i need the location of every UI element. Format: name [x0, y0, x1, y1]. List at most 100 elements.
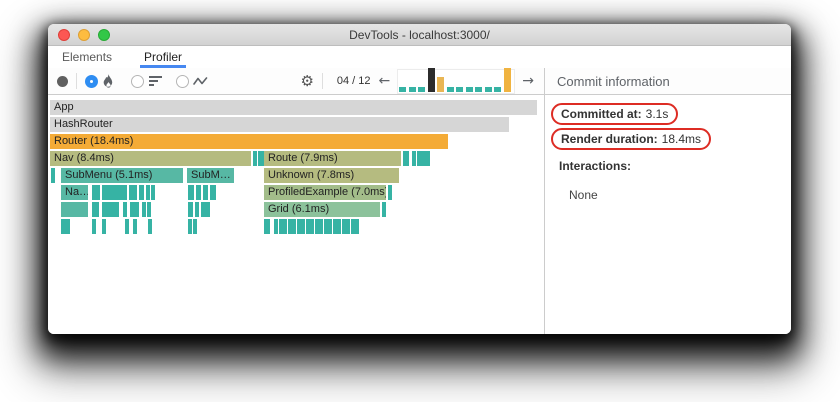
flame-bar[interactable] [196, 185, 201, 200]
render-duration-annotation: Render duration: 18.4ms [551, 128, 712, 150]
flame-bar[interactable] [51, 168, 55, 183]
commit-bar[interactable] [503, 67, 511, 92]
flame-bar[interactable] [92, 202, 99, 217]
flame-bar[interactable] [203, 185, 208, 200]
commit-bar[interactable] [456, 86, 464, 92]
ranked-chart-icon[interactable] [149, 76, 162, 86]
flame-bar-hashrouter[interactable]: HashRouter [50, 117, 509, 132]
flame-bar-router-18-4ms[interactable]: Router (18.4ms) [50, 134, 448, 149]
flame-bar[interactable] [188, 185, 194, 200]
toolbar-separator [76, 73, 77, 89]
flame-bar[interactable] [337, 219, 341, 234]
commit-info-panel: Commit information Committed at: 3.1s Re… [544, 68, 791, 334]
commit-bar[interactable] [465, 86, 473, 92]
flame-bar-app[interactable]: App [50, 100, 537, 115]
flame-bar[interactable] [253, 151, 257, 166]
flame-bar[interactable] [292, 219, 296, 234]
flame-bar[interactable] [102, 219, 106, 234]
render-duration-value: 18.4ms [661, 132, 702, 146]
flame-bar[interactable] [274, 219, 278, 234]
commit-chart[interactable] [397, 67, 516, 94]
flame-bar-grid-6-1ms[interactable]: Grid (6.1ms) [264, 202, 380, 217]
flame-bar-profiledexample-7-0ms[interactable]: ProfiledExample (7.0ms) [264, 185, 386, 200]
flame-bar[interactable] [403, 151, 409, 166]
tab-profiler[interactable]: Profiler [140, 46, 187, 68]
flame-icon[interactable] [102, 73, 115, 89]
flame-bar[interactable] [61, 219, 70, 234]
commit-bar[interactable] [418, 86, 426, 92]
flame-bar-submenu-5-1ms[interactable]: SubMenu (5.1ms) [61, 168, 183, 183]
commit-bar[interactable] [475, 86, 483, 92]
flame-bar[interactable] [412, 151, 416, 166]
committed-at-value: 3.1s [645, 107, 669, 121]
flame-bar[interactable] [310, 219, 314, 234]
flame-bar[interactable] [130, 202, 139, 217]
flame-bar[interactable] [147, 202, 151, 217]
flame-bar[interactable] [125, 219, 129, 234]
tab-profiler-label: Profiler [144, 50, 183, 64]
flame-bar-route-7-9ms[interactable]: Route (7.9ms) [264, 151, 401, 166]
flame-bar[interactable] [301, 219, 305, 234]
commit-bar[interactable] [494, 86, 502, 92]
main-content: ⚙ 04 / 12 ← → App HashRouter Router (18.4m… [48, 67, 791, 334]
flame-bar[interactable] [129, 185, 137, 200]
commit-bar[interactable] [399, 86, 407, 92]
title-bar[interactable]: DevTools - localhost:3000/ [48, 24, 791, 46]
flame-bar-nav-8-4ms[interactable]: Nav (8.4ms) [50, 151, 251, 166]
commit-position: 04 / 12 [336, 75, 371, 87]
next-commit-arrow[interactable]: → [520, 74, 536, 88]
commit-bar[interactable] [408, 86, 416, 92]
flame-bar[interactable] [328, 219, 332, 234]
interactions-radio[interactable] [176, 74, 189, 88]
flame-bar[interactable] [210, 185, 216, 200]
render-duration-label: Render duration: [561, 132, 658, 146]
flame-bar[interactable] [148, 219, 152, 234]
flame-bar[interactable] [388, 185, 392, 200]
commit-bar[interactable] [427, 67, 435, 92]
flame-bar[interactable] [205, 202, 210, 217]
flame-bar[interactable] [92, 219, 96, 234]
flame-bar[interactable] [139, 185, 144, 200]
flamegraph-radio[interactable] [85, 74, 98, 88]
prev-commit-arrow[interactable]: ← [377, 74, 393, 88]
zoom-button[interactable] [98, 29, 110, 41]
committed-at-label: Committed at: [561, 107, 642, 121]
flame-bar[interactable] [142, 202, 146, 217]
commit-bar[interactable] [484, 86, 492, 92]
flame-bar[interactable] [195, 202, 199, 217]
record-button[interactable] [57, 75, 68, 87]
flame-bar-unknown-7-8ms[interactable]: Unknown (7.8ms) [264, 168, 399, 183]
settings-gear-icon[interactable]: ⚙ [300, 73, 313, 89]
flame-bar[interactable] [346, 219, 350, 234]
flame-bar[interactable] [355, 219, 359, 234]
flame-bar[interactable] [193, 219, 197, 234]
flame-bar-subm[interactable]: SubM… [187, 168, 234, 183]
committed-at-annotation: Committed at: 3.1s [551, 103, 679, 125]
flame-bar[interactable] [264, 219, 270, 234]
interactions-icon[interactable] [193, 75, 208, 87]
flame-bar[interactable] [61, 202, 88, 217]
flame-bar[interactable] [146, 185, 150, 200]
commit-bar[interactable] [446, 86, 454, 92]
flame-bar[interactable] [92, 185, 100, 200]
active-tab-underline [140, 65, 187, 68]
commit-bar[interactable] [437, 76, 445, 92]
flame-bar[interactable] [382, 202, 386, 217]
flame-bar[interactable] [188, 219, 192, 234]
flame-bar[interactable] [319, 219, 323, 234]
flame-bar-na[interactable]: Na… [61, 185, 88, 200]
minimize-button[interactable] [78, 29, 90, 41]
flame-bar[interactable] [283, 219, 287, 234]
flame-bar[interactable] [426, 151, 430, 166]
flame-bar[interactable] [102, 185, 127, 200]
flame-bar[interactable] [188, 202, 193, 217]
flame-bar[interactable] [133, 219, 137, 234]
traffic-lights [58, 29, 110, 41]
tab-elements[interactable]: Elements [60, 46, 114, 68]
flame-bar[interactable] [102, 202, 119, 217]
flame-chart: App HashRouter Router (18.4ms) Nav (8.4ms) R… [48, 95, 544, 334]
close-button[interactable] [58, 29, 70, 41]
flame-bar[interactable] [151, 185, 155, 200]
flame-bar[interactable] [123, 202, 127, 217]
ranked-radio[interactable] [131, 74, 144, 88]
